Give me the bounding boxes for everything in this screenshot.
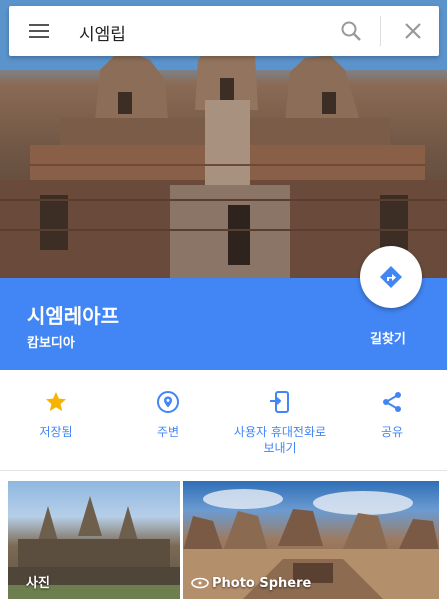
menu-icon[interactable] — [27, 20, 49, 42]
search-input[interactable]: 시엠립 — [79, 20, 126, 45]
search-divider — [380, 16, 381, 46]
save-label: 저장됨 — [39, 425, 73, 439]
photos-thumbnail[interactable]: 사진 — [8, 481, 180, 599]
share-button[interactable]: 공유 — [362, 390, 422, 440]
directions-label[interactable]: 길찾기 — [370, 328, 406, 347]
save-button[interactable]: 저장됨 — [26, 390, 86, 440]
action-row: 저장됨 주변 사용자 휴대전화로 보내기 공유 — [0, 370, 447, 471]
photo-sphere-thumbnail[interactable]: Photo Sphere — [183, 481, 439, 599]
nearby-button[interactable]: 주변 — [138, 390, 198, 440]
send-to-phone-icon — [270, 391, 289, 413]
send-to-phone-label: 사용자 휴대전화로 보내기 — [233, 425, 327, 455]
photo-sphere-text: Photo Sphere — [212, 576, 312, 591]
directions-icon — [380, 266, 402, 288]
send-to-phone-button[interactable]: 사용자 휴대전화로 보내기 — [230, 390, 330, 456]
share-icon — [383, 392, 401, 412]
nearby-label: 주변 — [156, 425, 180, 439]
photos-label: 사진 — [26, 576, 50, 591]
photo-sphere-icon — [191, 577, 209, 589]
close-icon[interactable] — [401, 19, 425, 43]
star-icon — [46, 392, 66, 411]
search-bar[interactable]: 시엠립 — [9, 6, 439, 56]
share-label: 공유 — [380, 425, 404, 439]
directions-button[interactable] — [360, 246, 422, 308]
nearby-pin-icon — [157, 391, 179, 413]
photo-strip: 사진 Photo Sphere — [0, 471, 447, 606]
search-icon[interactable] — [339, 19, 363, 43]
place-subtitle: 캄보디아 — [27, 336, 75, 351]
photo-sphere-label: Photo Sphere — [191, 576, 311, 591]
place-title: 시엠레아프 — [27, 304, 119, 328]
